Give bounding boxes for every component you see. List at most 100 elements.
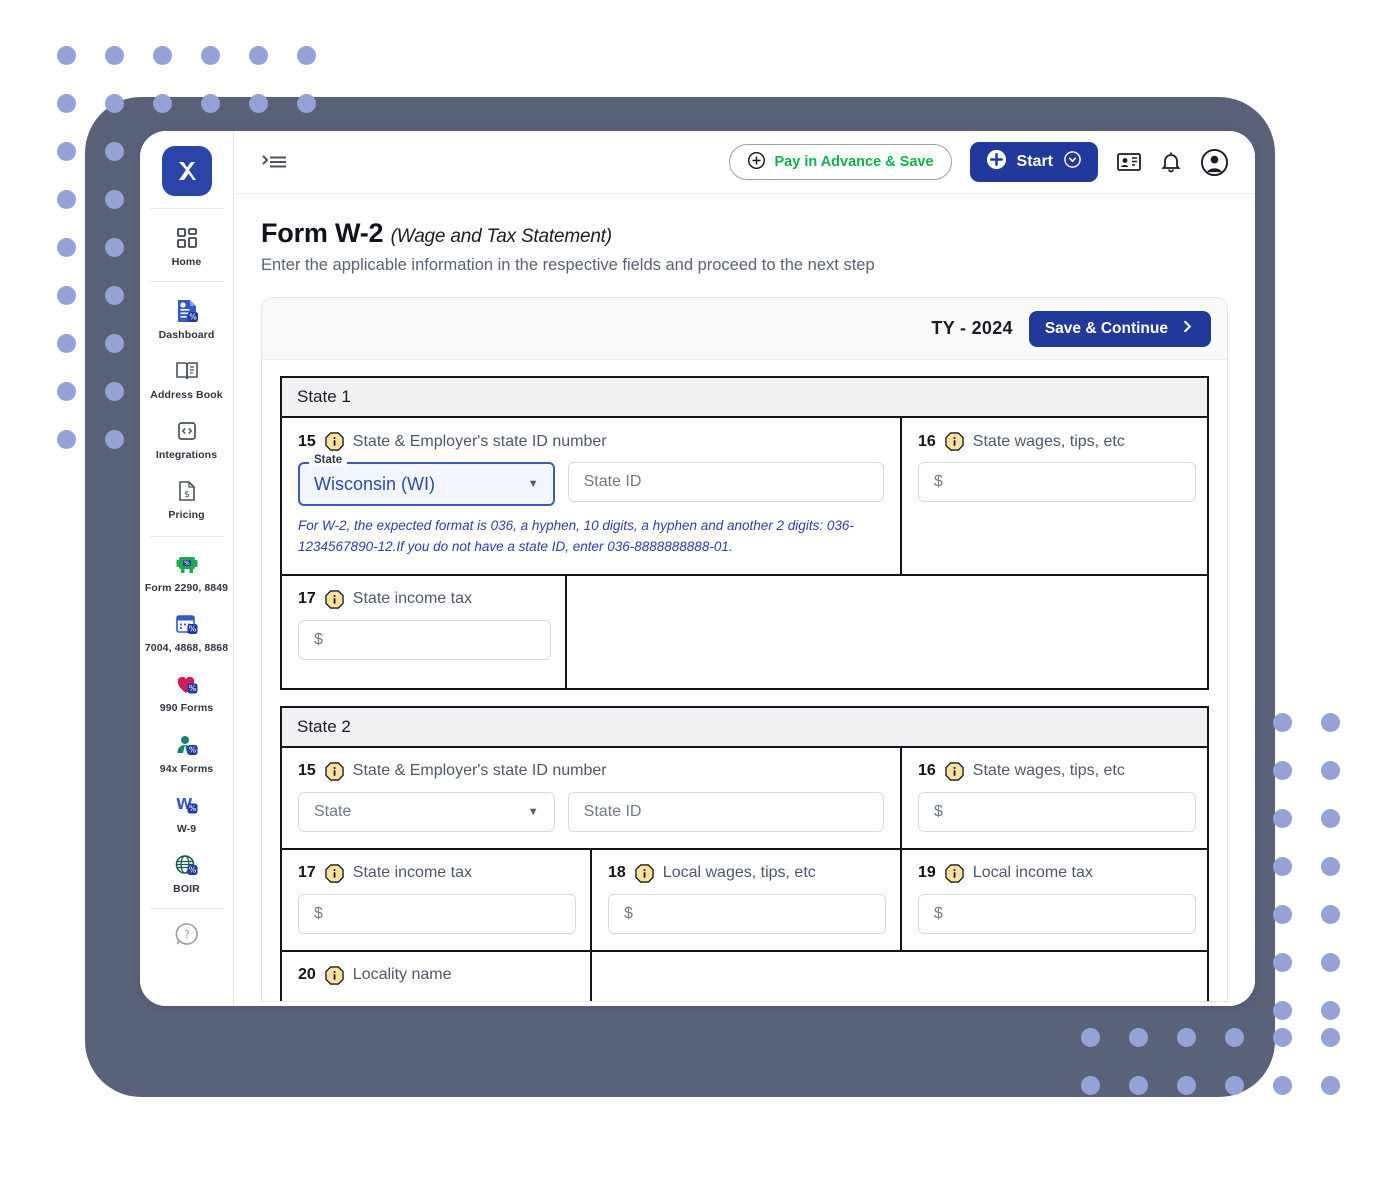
state-select-legend: State <box>309 454 348 466</box>
field-number: 15 <box>298 432 316 450</box>
decorative-dot <box>1081 1076 1100 1095</box>
svg-text:%: % <box>188 865 196 874</box>
svg-text:%: % <box>189 313 197 322</box>
state-2-row-1: 15 State & Employer's state ID number St… <box>282 747 1207 850</box>
decorative-dot <box>297 94 316 113</box>
state-wages-input[interactable]: $ <box>918 462 1196 502</box>
info-icon[interactable] <box>325 762 344 781</box>
menu-collapse-icon[interactable] <box>262 152 288 172</box>
info-icon[interactable] <box>635 864 654 883</box>
sidebar-item-w9[interactable]: W % W-9 <box>140 782 234 842</box>
sidebar-item-integrations[interactable]: Integrations <box>140 408 234 468</box>
start-button[interactable]: Start <box>969 142 1098 182</box>
field-19-header: 19 Local income tax <box>918 864 1196 883</box>
decorative-dot <box>1321 713 1340 732</box>
local-wages-input[interactable]: $ <box>608 893 886 934</box>
save-and-continue-button[interactable]: Save & Continue <box>1028 310 1211 347</box>
svg-text:%: % <box>188 804 196 813</box>
decorative-dot <box>153 46 172 65</box>
sidebar-divider <box>149 208 224 209</box>
state-2-field-19: 19 Local income tax $ <box>902 850 1212 950</box>
sidebar-item-dashboard[interactable]: % Dashboard <box>140 288 234 348</box>
sidebar-item-label: Dashboard <box>158 329 215 342</box>
sidebar-item-94x-forms[interactable]: % 94x Forms <box>140 722 234 782</box>
sidebar-item-address-book[interactable]: Address Book <box>140 348 234 408</box>
user-account-icon[interactable] <box>1200 148 1229 177</box>
sidebar-item-label: 7004, 4868, 8868 <box>144 642 229 655</box>
decorative-dot <box>1273 761 1292 780</box>
field-16-header: 16 State wages, tips, etc <box>918 762 1186 781</box>
state-id-format-hint: For W-2, the expected format is 036, a h… <box>298 518 854 554</box>
chevron-down-icon: ▼ <box>527 478 539 490</box>
heart-icon: % <box>173 670 201 698</box>
decorative-dot <box>1321 809 1340 828</box>
decorative-dot <box>1321 1028 1340 1047</box>
state-wages-input[interactable]: $ <box>918 791 1196 832</box>
decorative-dot <box>57 382 76 401</box>
w9-icon: W % <box>173 791 201 819</box>
sidebar-divider <box>149 536 224 538</box>
decorative-dot <box>57 334 76 353</box>
info-icon[interactable] <box>325 864 344 883</box>
sidebar-item-label: Form 2290, 8849 <box>144 582 229 595</box>
decorative-dot <box>1225 1076 1244 1095</box>
sidebar-item-pricing[interactable]: $ Pricing <box>140 468 234 528</box>
field-number: 16 <box>918 762 936 780</box>
local-income-tax-input[interactable]: $ <box>918 893 1196 934</box>
plus-circle-filled-icon <box>986 149 1007 175</box>
sidebar-item-help[interactable]: ? <box>140 911 234 955</box>
decorative-dot <box>57 142 76 161</box>
pay-in-advance-button[interactable]: Pay in Advance & Save <box>728 144 952 180</box>
decorative-dot <box>201 46 220 65</box>
state-select[interactable]: State ▼ <box>298 791 555 832</box>
info-icon[interactable] <box>945 762 964 781</box>
field-label: State income tax <box>352 864 472 882</box>
sidebar-item-label: Home <box>171 256 202 268</box>
info-icon[interactable] <box>325 432 344 451</box>
sidebar-item-form-2290-8849[interactable]: % Form 2290, 8849 <box>140 541 234 601</box>
chevron-right-icon <box>1180 319 1195 339</box>
info-icon[interactable] <box>945 432 964 451</box>
state-id-input[interactable]: State ID <box>567 462 884 502</box>
main-content: Form W-2 (Wage and Tax Statement) Enter … <box>234 194 1255 1006</box>
info-icon[interactable] <box>325 590 344 609</box>
state-income-tax-input[interactable]: $ <box>298 893 576 934</box>
contact-card-icon[interactable] <box>1116 151 1142 173</box>
field-18-header: 18 Local wages, tips, etc <box>608 864 884 883</box>
globe-icon: % <box>173 851 201 879</box>
info-icon[interactable] <box>325 966 344 985</box>
integrations-code-icon <box>173 417 201 445</box>
chevron-down-icon: ▼ <box>527 805 539 818</box>
sidebar-item-boir[interactable]: % BOIR <box>140 842 234 902</box>
field-15-header: 15 State & Employer's state ID number <box>298 432 884 451</box>
decorative-dot <box>249 46 268 65</box>
chevron-down-circle-icon <box>1063 150 1082 174</box>
state-select[interactable]: Wisconsin (WI) ▼ <box>298 462 555 506</box>
sidebar-item-home[interactable]: Home <box>140 215 234 275</box>
state-income-tax-input[interactable]: $ <box>298 619 551 660</box>
state-2-row-3: 20 Locality name <box>282 951 1207 1001</box>
calendar-icon: % <box>173 610 201 638</box>
state-1-row-1: 15 State & Employer's state ID number St… <box>282 418 1207 576</box>
info-icon[interactable] <box>945 864 964 883</box>
decorative-dot <box>1129 1076 1148 1095</box>
app-window: Home % Dashboard Address Book Integratio… <box>140 131 1255 1006</box>
state-select-value: Wisconsin (WI) <box>314 473 435 494</box>
field-number: 15 <box>298 762 316 780</box>
state-1-field-16: 16 State wages, tips, etc $ <box>902 418 1202 574</box>
state-1-row-2-empty <box>567 576 1207 688</box>
notification-bell-icon[interactable] <box>1160 150 1182 174</box>
app-logo[interactable] <box>161 146 212 196</box>
decorative-dot <box>57 46 76 65</box>
state-1-heading: State 1 <box>282 378 1207 418</box>
sidebar-item-990-forms[interactable]: % 990 Forms <box>140 661 234 721</box>
field-label: Locality name <box>352 966 452 984</box>
grid-icon <box>173 224 201 252</box>
decorative-dot <box>1321 953 1340 972</box>
state-id-input[interactable]: State ID <box>567 791 884 832</box>
state-2-field-17: 17 State income tax $ <box>282 849 592 950</box>
card-header: TY - 2024 Save & Continue <box>262 298 1227 360</box>
field-label: State & Employer's state ID number <box>352 762 607 780</box>
sidebar-item-7004-4868-8868[interactable]: % 7004, 4868, 8868 <box>140 601 234 661</box>
field-17-header: 17 State income tax <box>298 590 549 609</box>
